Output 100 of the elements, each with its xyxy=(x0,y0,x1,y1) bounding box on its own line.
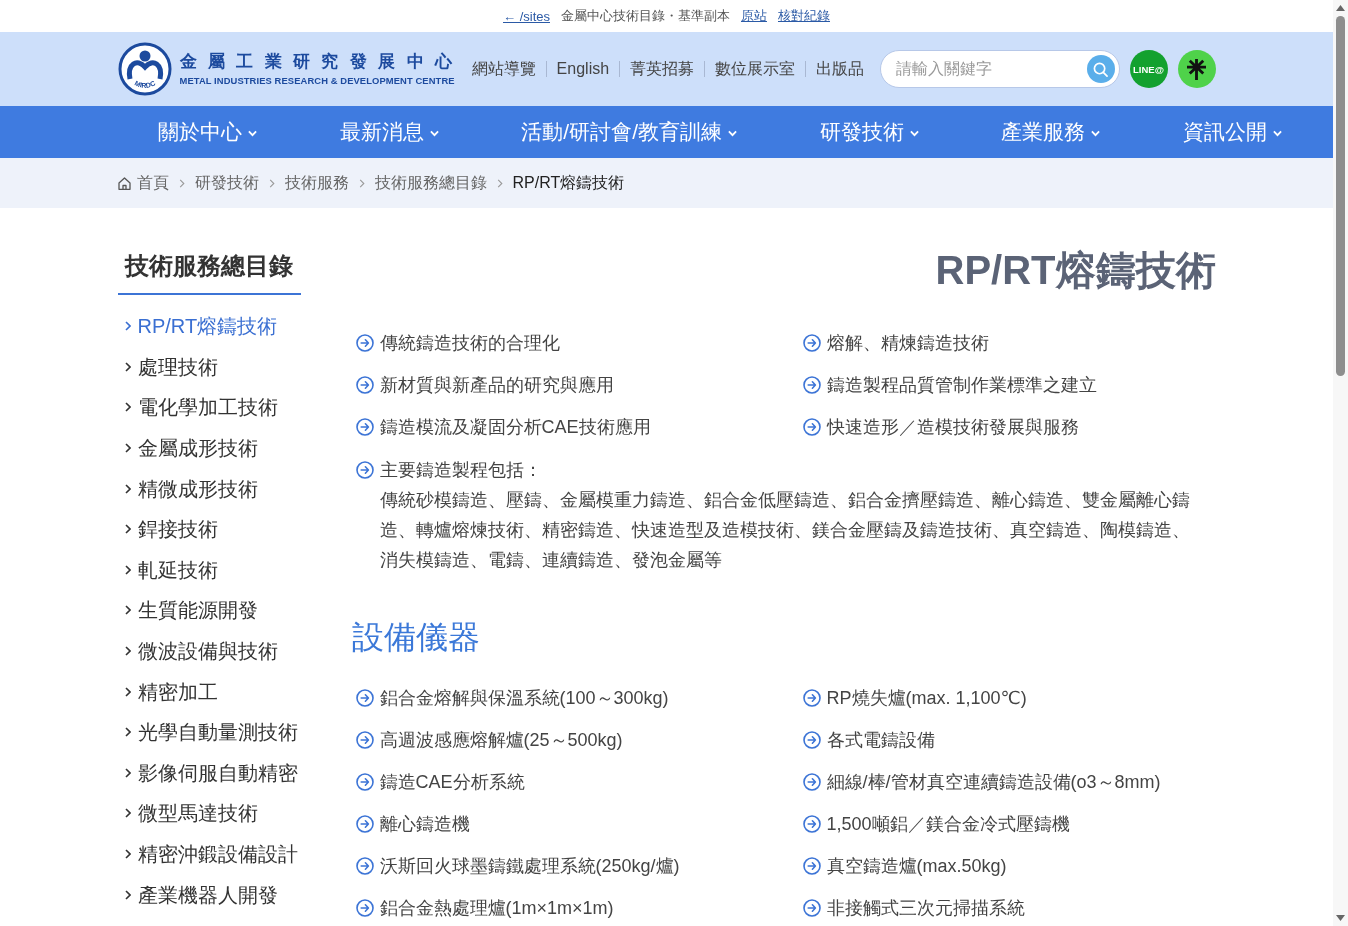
arrow-circle-icon xyxy=(355,731,374,749)
equipment-item: 1,500噸鋁／鎂合金冷式壓鑄機 xyxy=(826,813,1070,836)
equipment-item: 非接觸式三次元掃描系統 xyxy=(826,897,1025,920)
equipment-item: 沃斯回火球墨鑄鐵處理系統(250kg/爐) xyxy=(379,855,680,878)
chevron-right-icon xyxy=(268,178,275,188)
nav-menu-item[interactable]: 研發技術 xyxy=(819,119,919,145)
sidebar-item[interactable]: 電化學加工技術 xyxy=(117,394,278,421)
back-link[interactable]: ← /sites xyxy=(503,8,550,24)
arrow-circle-icon xyxy=(802,731,821,749)
chevron-right-icon xyxy=(124,443,131,454)
equipment-item: 真空鑄造爐(max.50kg) xyxy=(826,855,1007,878)
arrow-circle-icon xyxy=(355,773,374,791)
arrow-circle-icon xyxy=(802,334,821,352)
section-heading: 設備儀器 xyxy=(351,618,481,657)
sidebar-item[interactable]: 精微成形技術 xyxy=(117,475,258,502)
sidebar-item[interactable]: 光學自動量測技術 xyxy=(117,719,298,746)
logo-name[interactable]: 金屬工業研究發展中心 xyxy=(179,51,466,73)
breadcrumb-link[interactable]: 技術服務總目錄 xyxy=(374,172,487,194)
equipment-item: 鋁合金熱處理爐(1m×1m×1m) xyxy=(379,897,614,920)
caret-down-icon xyxy=(248,130,257,137)
process-label: 主要鑄造製程包括： xyxy=(379,459,542,482)
sidebar-item[interactable]: 金屬成形技術 xyxy=(117,435,258,462)
caret-down-icon xyxy=(429,130,439,137)
breadcrumb-current: RP/RT熔鑄技術 xyxy=(512,172,625,193)
equipment-item: 鋁合金熔解與保溫系統(100～300kg) xyxy=(379,687,669,710)
sidebar-item[interactable]: 影像伺服自動精密 xyxy=(117,759,298,786)
arrow-circle-icon xyxy=(355,815,374,833)
scrollbar-thumb[interactable] xyxy=(1336,16,1345,376)
breadcrumb-link[interactable]: 技術服務 xyxy=(284,172,349,194)
service-item: 鑄造模流及凝固分析CAE技術應用 xyxy=(379,416,651,439)
service-item: 熔解、精煉鑄造技術 xyxy=(826,332,989,355)
chevron-right-icon xyxy=(496,178,503,188)
arrow-circle-icon xyxy=(355,689,374,707)
home-link[interactable]: 首頁 xyxy=(117,172,169,194)
caret-down-icon xyxy=(909,130,919,137)
header-link[interactable]: 數位展示室 xyxy=(715,59,796,79)
sidebar-item[interactable]: 軋延技術 xyxy=(117,556,218,583)
equipment-item: 高週波感應熔解爐(25～500kg) xyxy=(379,729,623,752)
top-link[interactable]: 原站 xyxy=(741,7,767,25)
nav-menu-item[interactable]: 資訊公開 xyxy=(1182,119,1282,145)
header-link[interactable]: 網站導覽 xyxy=(471,59,536,79)
arrow-circle-icon xyxy=(802,376,821,394)
chevron-right-icon xyxy=(124,564,131,575)
arrow-circle-icon xyxy=(802,773,821,791)
scroll-down-icon[interactable] xyxy=(1336,915,1345,921)
arrow-circle-icon xyxy=(802,689,821,707)
arrow-circle-icon xyxy=(355,899,374,917)
arrow-circle-icon xyxy=(355,418,374,436)
header-link[interactable]: English xyxy=(556,59,610,79)
sidebar-item[interactable]: 微型馬達技術 xyxy=(117,800,258,827)
nav-menu-item[interactable]: 關於中心 xyxy=(158,119,257,145)
process-description: 傳統砂模鑄造、壓鑄、金屬模重力鑄造、鋁合金低壓鑄造、鋁合金擠壓鑄造、離心鑄造、雙金屬離心鑄造、轉爐熔煉技術、精密鑄造、快速造型及造模技術、鎂合金壓鑄及鑄造技術、真空鑄造、陶模鑄造、消失模鑄造、電鑄、連續鑄造、發泡金屬等 xyxy=(379,489,1191,572)
nav-menu-item[interactable]: 最新消息 xyxy=(339,119,439,145)
equipment-item: 各式電鑄設備 xyxy=(826,729,935,752)
sidebar-item[interactable]: 生質能源開發 xyxy=(117,597,258,624)
nav-menu-item[interactable]: 產業服務 xyxy=(1001,119,1101,145)
chevron-right-icon xyxy=(124,402,131,413)
social-button[interactable] xyxy=(1177,50,1216,88)
sidebar-item[interactable]: 微波設備與技術 xyxy=(117,638,278,665)
arrow-circle-icon xyxy=(802,418,821,436)
sidebar-item[interactable]: 精密加工 xyxy=(117,678,218,705)
chevron-right-icon xyxy=(124,727,131,738)
service-item: 新材質與新產品的研究與應用 xyxy=(379,374,614,397)
chevron-right-icon xyxy=(124,605,131,616)
scroll-up-icon[interactable] xyxy=(1336,5,1345,11)
nav-menu-item[interactable]: 活動/研討會/教育訓練 xyxy=(521,119,737,145)
caret-down-icon xyxy=(728,130,737,137)
service-item: 鑄造製程品質管制作業標準之建立 xyxy=(826,374,1097,397)
header-link[interactable]: 菁英招募 xyxy=(630,59,695,79)
arrow-circle-icon xyxy=(355,376,374,394)
logo-name-english[interactable]: METAL INDUSTRIES RESEARCH & DEVELOPMENT CENTRE xyxy=(179,75,455,87)
chevron-right-icon xyxy=(358,178,365,188)
breadcrumb-link[interactable]: 研發技術 xyxy=(194,172,259,194)
header-link[interactable]: 出版品 xyxy=(816,59,865,79)
sidebar-item[interactable]: 處理技術 xyxy=(117,353,218,380)
home-icon xyxy=(117,176,131,190)
arrow-circle-icon xyxy=(802,815,821,833)
service-item: 快速造形／造模技術發展與服務 xyxy=(826,416,1079,439)
chevron-right-icon xyxy=(124,361,131,372)
chevron-right-icon xyxy=(124,849,131,859)
chevron-right-icon xyxy=(124,889,131,900)
asterisk-icon xyxy=(1187,58,1206,80)
equipment-item: 離心鑄造機 xyxy=(379,813,470,836)
scrollbar[interactable] xyxy=(1333,0,1348,926)
sidebar-item[interactable]: 銲接技術 xyxy=(117,516,218,543)
sidebar-item[interactable]: 精密沖鍛設備設計 xyxy=(117,841,298,867)
chevron-right-icon xyxy=(124,686,131,697)
sidebar-item[interactable]: RP/RT熔鑄技術 xyxy=(117,313,278,340)
chevron-right-icon xyxy=(124,646,131,657)
chevron-right-icon xyxy=(124,483,131,494)
search-icon xyxy=(1093,61,1108,77)
sidebar-item[interactable]: 產業機器人開發 xyxy=(117,881,278,908)
equipment-item: 鑄造CAE分析系統 xyxy=(379,771,525,794)
search-field[interactable]: 請輸入關鍵字 xyxy=(879,50,1120,88)
chevron-right-icon xyxy=(178,178,185,188)
caret-down-icon xyxy=(1272,130,1282,137)
top-link[interactable]: 核對紀錄 xyxy=(778,7,830,25)
page-title: RP/RT熔鑄技術 xyxy=(935,247,1216,294)
chevron-right-icon xyxy=(124,767,131,778)
service-item: 傳統鑄造技術的合理化 xyxy=(379,332,560,355)
